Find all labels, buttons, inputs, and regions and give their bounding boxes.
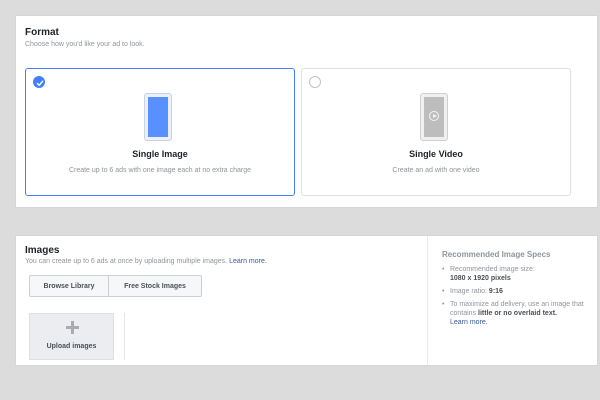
format-title: Format	[25, 27, 59, 38]
spec-size-value: 1080 x 1920 pixels	[450, 275, 511, 282]
spec-image-size: Recommended image size: 1080 x 1920 pixe…	[442, 265, 592, 283]
upload-images-label: Upload images	[46, 343, 97, 350]
radio-selected-check-icon[interactable]	[33, 76, 45, 88]
upload-images-button[interactable]: Upload images	[29, 313, 114, 360]
play-icon	[429, 111, 439, 121]
format-subtitle: Choose how you'd like your ad to look.	[25, 41, 145, 48]
phone-image-icon	[144, 93, 172, 141]
divider	[427, 236, 428, 365]
format-option-single-image[interactable]: Single Image Create up to 6 ads with one…	[25, 68, 295, 196]
browse-library-button[interactable]: Browse Library	[29, 275, 109, 297]
radio-unselected-icon[interactable]	[309, 76, 321, 88]
spec-size-label: Recommended image size:	[450, 266, 535, 273]
specs-title: Recommended Image Specs	[442, 250, 551, 259]
divider	[124, 313, 125, 360]
images-subtitle: You can create up to 6 ads at once by up…	[25, 258, 267, 265]
format-panel: Format Choose how you'd like your ad to …	[15, 15, 598, 208]
plus-icon	[66, 321, 79, 334]
phone-video-icon	[420, 93, 448, 141]
free-stock-images-button[interactable]: Free Stock Images	[109, 275, 202, 297]
learn-more-link[interactable]: Learn more.	[229, 258, 267, 265]
format-option-title: Single Video	[409, 149, 463, 159]
images-panel: Images You can create up to 6 ads at onc…	[15, 235, 598, 366]
spec-delivery-strong: little or no overlaid text.	[478, 310, 557, 317]
format-option-description: Create up to 6 ads with one image each a…	[68, 167, 252, 174]
format-option-description: Create an ad with one video	[392, 167, 480, 174]
spec-delivery: To maximize ad delivery, use an image th…	[442, 300, 592, 327]
spec-image-ratio: Image ratio: 9:16	[442, 287, 592, 296]
images-subtitle-text: You can create up to 6 ads at once by up…	[25, 258, 228, 265]
spec-ratio-value: 9:16	[488, 288, 503, 295]
specs-list: Recommended image size: 1080 x 1920 pixe…	[442, 265, 592, 331]
specs-learn-more-link[interactable]: Learn more.	[450, 319, 488, 326]
format-option-single-video[interactable]: Single Video Create an ad with one video	[301, 68, 571, 196]
images-title: Images	[25, 245, 60, 256]
format-option-title: Single Image	[132, 149, 188, 159]
spec-ratio-label: Image ratio:	[450, 288, 487, 295]
